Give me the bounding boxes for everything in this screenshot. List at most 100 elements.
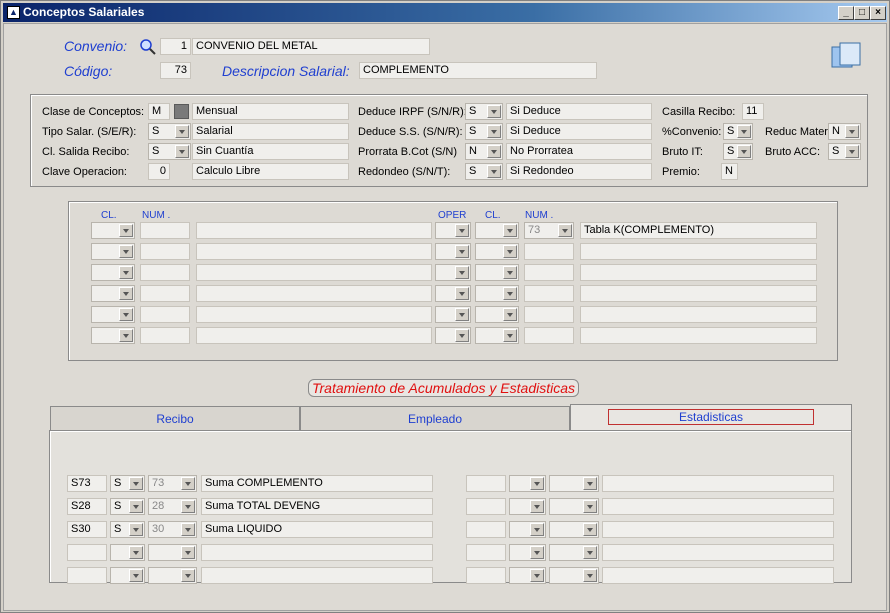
maximize-icon[interactable]: □ xyxy=(854,6,870,20)
dropdown-arrow-icon[interactable] xyxy=(129,523,143,536)
acu-num-select[interactable]: 73 xyxy=(148,475,197,492)
formula-num2-field[interactable] xyxy=(524,264,574,281)
tab-estadisticas[interactable]: Estadisticas xyxy=(570,404,852,431)
dropdown-arrow-icon[interactable] xyxy=(129,569,143,582)
acu-flag2-select[interactable] xyxy=(509,521,546,538)
dropdown-arrow-icon[interactable] xyxy=(119,287,133,300)
dropdown-arrow-icon[interactable] xyxy=(503,245,517,258)
formula-num-field[interactable] xyxy=(140,222,190,239)
dropdown-arrow-icon[interactable] xyxy=(119,245,133,258)
formula-cl2-select[interactable] xyxy=(475,327,519,344)
acu-code-field[interactable]: S30 xyxy=(67,521,107,538)
formula-cl2-select[interactable] xyxy=(475,285,519,302)
reduc-select[interactable]: N xyxy=(828,123,861,140)
formula-cl2-select[interactable] xyxy=(475,264,519,281)
casilla-field[interactable]: 11 xyxy=(742,103,764,120)
acu-flag-select[interactable] xyxy=(110,567,145,584)
dropdown-arrow-icon[interactable] xyxy=(119,224,133,237)
formula-oper-select[interactable] xyxy=(435,285,471,302)
formula-cl-select[interactable] xyxy=(91,327,135,344)
dropdown-arrow-icon[interactable] xyxy=(583,477,597,490)
dropdown-arrow-icon[interactable] xyxy=(455,224,469,237)
dropdown-arrow-icon[interactable] xyxy=(583,523,597,536)
formula-num2-field[interactable] xyxy=(524,285,574,302)
dropdown-arrow-icon[interactable] xyxy=(181,523,195,536)
clave-field[interactable]: 0 xyxy=(148,163,170,180)
formula-num2-field[interactable] xyxy=(524,327,574,344)
acu-flag2-select[interactable] xyxy=(509,544,546,561)
acu-num2-select[interactable] xyxy=(549,544,599,561)
brutoit-select[interactable]: S xyxy=(723,143,753,160)
formula-cl-select[interactable] xyxy=(91,243,135,260)
dropdown-arrow-icon[interactable] xyxy=(530,500,544,513)
dropdown-arrow-icon[interactable] xyxy=(583,500,597,513)
dropdown-arrow-icon[interactable] xyxy=(503,308,517,321)
dropdown-arrow-icon[interactable] xyxy=(119,266,133,279)
formula-oper-select[interactable] xyxy=(435,327,471,344)
acu-num2-select[interactable] xyxy=(549,498,599,515)
acu-num2-select[interactable] xyxy=(549,567,599,584)
formula-cl-select[interactable] xyxy=(91,285,135,302)
acu-flag-select[interactable]: S xyxy=(110,521,145,538)
formula-oper-select[interactable] xyxy=(435,222,471,239)
dropdown-arrow-icon[interactable] xyxy=(530,546,544,559)
pconvenio-select[interactable]: S xyxy=(723,123,753,140)
formula-num-field[interactable] xyxy=(140,243,190,260)
dropdown-arrow-icon[interactable] xyxy=(455,266,469,279)
formula-num2-select[interactable]: 73 xyxy=(524,222,574,239)
formula-cl-select[interactable] xyxy=(91,264,135,281)
dropdown-arrow-icon[interactable] xyxy=(129,500,143,513)
formula-cl2-select[interactable] xyxy=(475,243,519,260)
acu-flag2-select[interactable] xyxy=(509,475,546,492)
acu-num2-select[interactable] xyxy=(549,521,599,538)
formula-num-field[interactable] xyxy=(140,285,190,302)
dropdown-arrow-icon[interactable] xyxy=(503,266,517,279)
acu-flag2-select[interactable] xyxy=(509,498,546,515)
acu-num-select[interactable]: 30 xyxy=(148,521,197,538)
convenio-code-field[interactable]: 1 xyxy=(160,38,191,55)
dropdown-arrow-icon[interactable] xyxy=(129,477,143,490)
dropdown-arrow-icon[interactable] xyxy=(558,224,572,237)
acu-code-field[interactable] xyxy=(67,544,107,561)
formula-cl-select[interactable] xyxy=(91,306,135,323)
formula-cl-select[interactable] xyxy=(91,222,135,239)
dropdown-arrow-icon[interactable] xyxy=(503,329,517,342)
dropdown-arrow-icon[interactable] xyxy=(181,477,195,490)
tab-empleado[interactable]: Empleado xyxy=(300,406,570,431)
dropdown-arrow-icon[interactable] xyxy=(181,569,195,582)
search-icon[interactable] xyxy=(139,38,157,56)
acu-code-field[interactable]: S73 xyxy=(67,475,107,492)
dropdown-arrow-icon[interactable] xyxy=(530,477,544,490)
descripcion-field[interactable]: COMPLEMENTO xyxy=(359,62,597,79)
acu-code-field[interactable] xyxy=(67,567,107,584)
formula-num-field[interactable] xyxy=(140,264,190,281)
dropdown-arrow-icon[interactable] xyxy=(583,569,597,582)
acu-code2-field[interactable] xyxy=(466,498,506,515)
acu-flag-select[interactable]: S xyxy=(110,498,145,515)
dropdown-arrow-icon[interactable] xyxy=(455,245,469,258)
dropdown-arrow-icon[interactable] xyxy=(583,546,597,559)
formula-cl2-select[interactable] xyxy=(475,222,519,239)
salida-select[interactable]: S xyxy=(148,143,191,160)
dropdown-arrow-icon[interactable] xyxy=(119,329,133,342)
close-icon[interactable]: × xyxy=(870,6,886,20)
acu-num-select[interactable] xyxy=(148,567,197,584)
acu-code-field[interactable]: S28 xyxy=(67,498,107,515)
formula-cl2-select[interactable] xyxy=(475,306,519,323)
formula-oper-select[interactable] xyxy=(435,306,471,323)
dropdown-arrow-icon[interactable] xyxy=(530,523,544,536)
dropdown-arrow-icon[interactable] xyxy=(181,546,195,559)
clase-field[interactable]: M xyxy=(148,103,170,120)
dropdown-arrow-icon[interactable] xyxy=(530,569,544,582)
minimize-icon[interactable]: _ xyxy=(838,6,854,20)
formula-num2-field[interactable] xyxy=(524,306,574,323)
acu-flag-select[interactable]: S xyxy=(110,475,145,492)
prorrata-select[interactable]: N xyxy=(465,143,503,160)
formula-num-field[interactable] xyxy=(140,327,190,344)
dropdown-arrow-icon[interactable] xyxy=(119,308,133,321)
acu-num-select[interactable]: 28 xyxy=(148,498,197,515)
dropdown-arrow-icon[interactable] xyxy=(503,224,517,237)
formula-num2-field[interactable] xyxy=(524,243,574,260)
tab-recibo[interactable]: Recibo xyxy=(50,406,300,431)
dropdown-arrow-icon[interactable] xyxy=(455,308,469,321)
